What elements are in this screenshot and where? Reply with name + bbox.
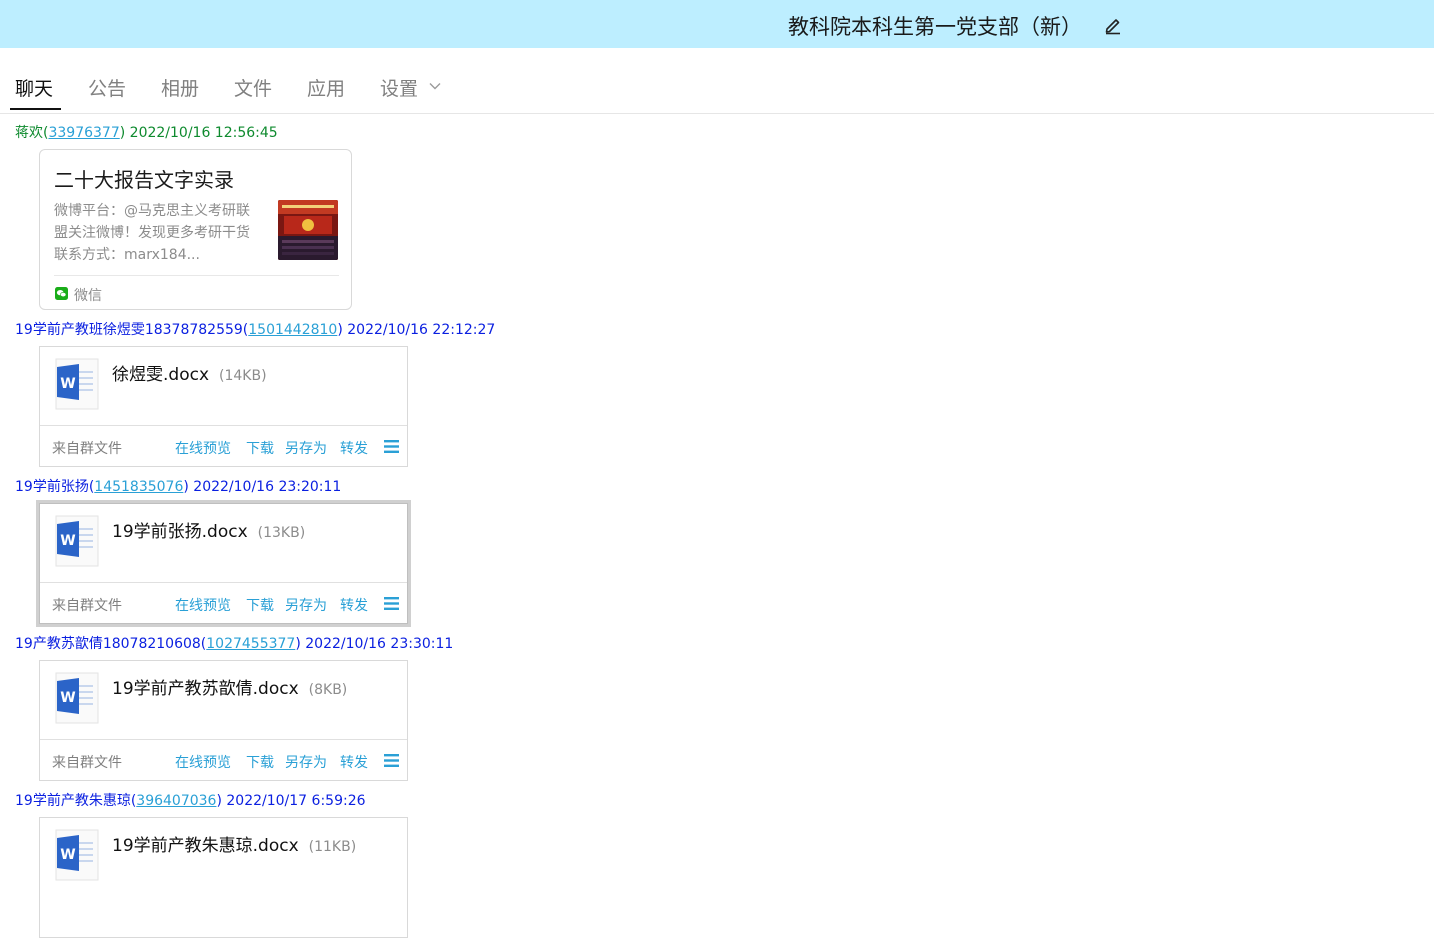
file-message-card: W 19学前产教苏歆倩.docx (8KB) 来自群文件 在线预览 下载 另存为 … [39, 660, 408, 781]
file-name[interactable]: 19学前产教苏歆倩.docx (8KB) [112, 674, 347, 699]
tab-announcements[interactable]: 公告 [88, 74, 126, 101]
sender-name: 19产教苏歆倩18078210608 [15, 636, 201, 652]
forward-link[interactable]: 转发 [340, 595, 368, 615]
svg-text:W: W [60, 376, 75, 392]
sender-qq-link[interactable]: 1451835076 [94, 479, 183, 495]
message-header: 19学前产教班徐煜雯18378782559(1501442810) 2022/1… [15, 322, 496, 338]
preview-link[interactable]: 在线预览 [175, 752, 231, 772]
article-title: 二十大报告文字实录 [54, 168, 234, 192]
sender-qq-link[interactable]: 1027455377 [206, 636, 295, 652]
file-origin-label: 来自群文件 [52, 755, 122, 771]
save-as-link[interactable]: 另存为 [285, 595, 327, 615]
sender-qq-link[interactable]: 33976377 [48, 125, 119, 141]
article-source: 微信 [74, 288, 102, 304]
word-doc-icon[interactable]: W [55, 672, 99, 724]
message-time: 2022/10/16 23:30:11 [305, 636, 454, 652]
tab-bar: 聊天 公告 相册 文件 应用 设置 [0, 48, 1434, 114]
hamburger-menu-icon[interactable] [384, 440, 399, 453]
sender-name: 19学前张扬 [15, 479, 89, 495]
active-tab-indicator [10, 108, 61, 110]
file-actions-bar: 来自群文件 在线预览 下载 另存为 转发 [40, 739, 407, 781]
file-name[interactable]: 19学前产教朱惠琼.docx (11KB) [112, 831, 356, 856]
sender-qq-link[interactable]: 1501442810 [248, 322, 337, 338]
svg-text:W: W [60, 690, 75, 706]
message-time: 2022/10/16 23:20:11 [193, 479, 342, 495]
file-name[interactable]: 19学前张扬.docx (13KB) [112, 517, 305, 542]
file-name[interactable]: 徐煜雯.docx (14KB) [112, 360, 267, 385]
file-size: (8KB) [308, 682, 348, 698]
forward-link[interactable]: 转发 [340, 438, 368, 458]
file-message-card: W 19学前产教朱惠琼.docx (11KB) [39, 817, 408, 938]
file-actions-bar: 来自群文件 在线预览 下载 另存为 转发 [40, 582, 407, 624]
sender-name: 19学前产教班徐煜雯18378782559 [15, 322, 243, 338]
chevron-down-icon[interactable] [428, 79, 442, 93]
file-actions-bar: 来自群文件 在线预览 下载 另存为 转发 [40, 425, 407, 467]
group-header: 教科院本科生第一党支部（新） [0, 0, 1434, 48]
svg-text:W: W [60, 533, 75, 549]
tab-album[interactable]: 相册 [161, 74, 199, 101]
download-link[interactable]: 下载 [246, 752, 274, 772]
file-message-card: W 徐煜雯.docx (14KB) 来自群文件 在线预览 下载 另存为 转发 [39, 346, 408, 467]
tab-settings[interactable]: 设置 [380, 74, 418, 101]
group-title: 教科院本科生第一党支部（新） [788, 15, 1082, 39]
message-header: 19学前张扬(1451835076) 2022/10/16 23:20:11 [15, 479, 342, 495]
message-time: 2022/10/17 6:59:26 [226, 793, 366, 809]
shared-article-card[interactable]: 二十大报告文字实录 微博平台：@马克思主义考研联 盟关注微博！发现更多考研干货 … [39, 149, 352, 310]
tab-chat[interactable]: 聊天 [15, 74, 53, 101]
message-header: 19产教苏歆倩18078210608(1027455377) 2022/10/1… [15, 636, 454, 652]
hamburger-menu-icon[interactable] [384, 754, 399, 767]
preview-link[interactable]: 在线预览 [175, 595, 231, 615]
word-doc-icon[interactable]: W [55, 358, 99, 410]
message-header: 19学前产教朱惠琼(396407036) 2022/10/17 6:59:26 [15, 793, 366, 809]
preview-link[interactable]: 在线预览 [175, 438, 231, 458]
forward-link[interactable]: 转发 [340, 752, 368, 772]
file-origin-label: 来自群文件 [52, 441, 122, 457]
word-doc-icon[interactable]: W [55, 515, 99, 567]
download-link[interactable]: 下载 [246, 595, 274, 615]
message-time: 2022/10/16 12:56:45 [129, 125, 278, 141]
save-as-link[interactable]: 另存为 [285, 752, 327, 772]
article-description: 微博平台：@马克思主义考研联 盟关注微博！发现更多考研干货 联系方式：marx1… [54, 203, 250, 263]
file-message-card: W 19学前张扬.docx (13KB) 来自群文件 在线预览 下载 另存为 转发 [39, 503, 408, 624]
download-link[interactable]: 下载 [246, 438, 274, 458]
hamburger-menu-icon[interactable] [384, 597, 399, 610]
message-time: 2022/10/16 22:12:27 [347, 322, 496, 338]
file-size: (14KB) [219, 368, 267, 384]
file-origin-label: 来自群文件 [52, 598, 122, 614]
svg-text:W: W [60, 847, 75, 863]
card-divider [54, 275, 339, 276]
file-size: (11KB) [308, 839, 357, 855]
message-header: 蒋欢(33976377) 2022/10/16 12:56:45 [15, 125, 278, 141]
sender-qq-link[interactable]: 396407036 [136, 793, 216, 809]
tab-apps[interactable]: 应用 [307, 74, 345, 101]
sender-name: 蒋欢 [15, 125, 43, 141]
save-as-link[interactable]: 另存为 [285, 438, 327, 458]
wechat-icon [55, 287, 68, 300]
file-size: (13KB) [257, 525, 306, 541]
edit-pencil-icon[interactable] [1103, 15, 1123, 35]
tab-files[interactable]: 文件 [234, 74, 272, 101]
sender-name: 19学前产教朱惠琼 [15, 793, 131, 809]
article-thumbnail [278, 200, 338, 260]
word-doc-icon[interactable]: W [55, 829, 99, 881]
